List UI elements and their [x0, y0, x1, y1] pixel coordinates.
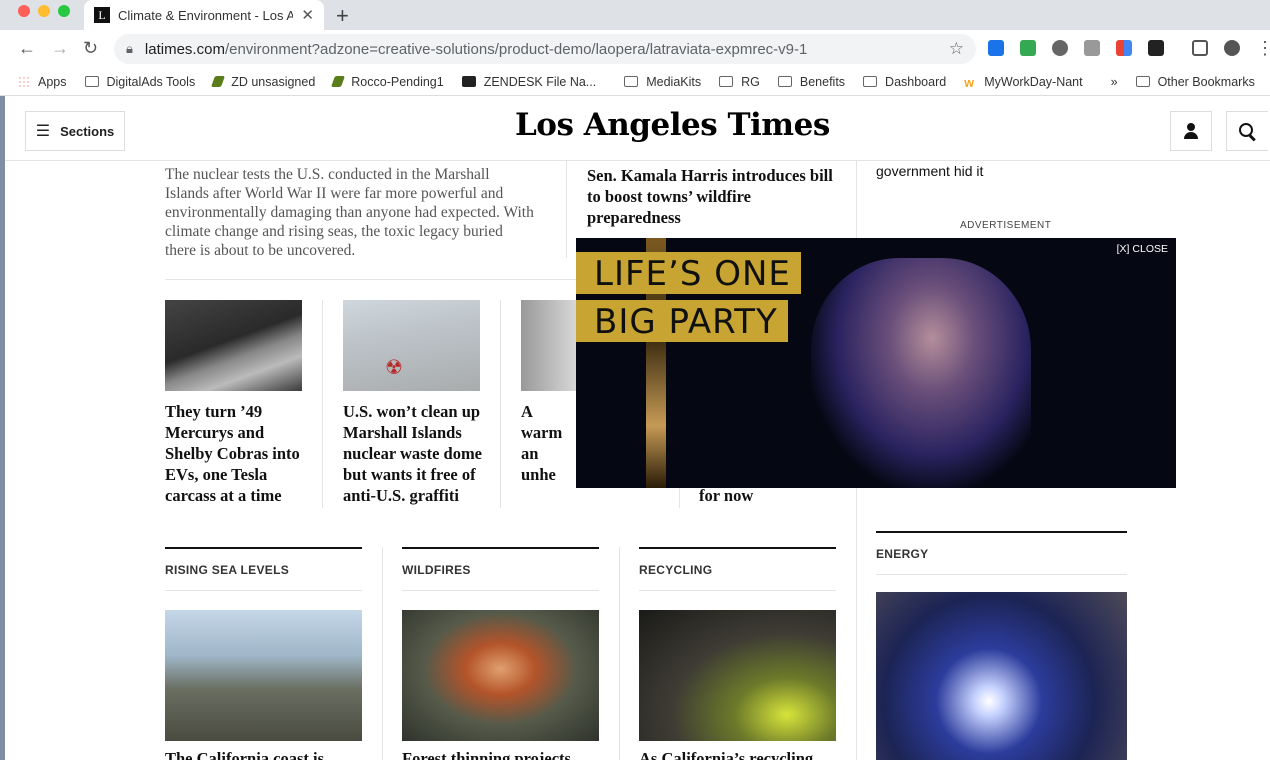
bookmarks-bar: Apps DigitalAds Tools ZD unsasigned Rocc…: [0, 68, 1270, 96]
marshall-islands-photo[interactable]: ☢: [343, 300, 480, 391]
back-arrow-icon[interactable]: ←: [18, 38, 36, 59]
ad-singer-figure: [811, 258, 1031, 488]
solar-panel-photo[interactable]: [876, 592, 1127, 760]
bookmark-myworkday[interactable]: w MyWorkDay-Nant: [964, 75, 1082, 91]
flag-extension-icon[interactable]: [1148, 40, 1164, 56]
column-divider: [619, 547, 620, 760]
workday-icon: w: [964, 76, 974, 90]
bookmark-rocco-pending[interactable]: Rocco-Pending1: [331, 75, 444, 89]
url-path: /environment?adzone=creative-solutions/p…: [224, 40, 808, 58]
circle-extension-icon[interactable]: [1052, 40, 1068, 56]
calendar-extension-icon[interactable]: [1084, 40, 1100, 56]
folder-icon: [84, 76, 99, 87]
recycling-worker-photo[interactable]: [639, 610, 836, 741]
bookmark-rg[interactable]: RG: [719, 75, 760, 89]
headline-recycling[interactable]: As California’s recycling: [639, 749, 836, 760]
maximize-window-button[interactable]: [58, 5, 70, 17]
headline-kamala-harris[interactable]: Sen. Kamala Harris introduces bill to bo…: [587, 165, 837, 228]
t-logo-icon: [461, 76, 476, 87]
story-dek: The nuclear tests the U.S. conducted in …: [165, 166, 534, 259]
apps-grid-icon: [18, 75, 30, 88]
folder-icon: [624, 76, 639, 87]
browser-toolbar: ← → ↻ 🔒︎ latimes.com/environment?adzone=…: [0, 30, 1270, 68]
section-label[interactable]: RISING SEA LEVELS: [165, 563, 362, 577]
section-rising-sea-levels: RISING SEA LEVELS: [165, 547, 362, 591]
user-icon: [1183, 123, 1199, 139]
ad-tagline-line1: LIFE’S ONE: [576, 252, 801, 294]
site-header: ☰ Sections Los Angeles Times: [5, 97, 1270, 161]
folder-icon: [1135, 76, 1150, 87]
url-host: latimes.com: [144, 40, 225, 58]
search-icon: [1239, 122, 1256, 140]
forward-arrow-icon[interactable]: →: [51, 38, 69, 59]
radiation-symbol-icon: ☢: [385, 357, 403, 379]
bookmark-benefits[interactable]: Benefits: [777, 75, 845, 89]
doctors-photo[interactable]: [521, 300, 581, 391]
tab-title: Climate & Environment - Los A: [118, 7, 294, 23]
minimize-window-button[interactable]: [38, 5, 50, 17]
bookmarks-overflow-chevron-icon[interactable]: »: [1111, 75, 1118, 89]
ad-close-button[interactable]: [X] CLOSE: [1117, 243, 1168, 255]
address-bar[interactable]: 🔒︎ latimes.com/environment?adzone=creati…: [114, 34, 976, 64]
bookmark-apps[interactable]: Apps: [18, 75, 67, 89]
section-energy: ENERGY: [876, 531, 1127, 575]
section-label[interactable]: ENERGY: [876, 547, 1127, 561]
bookmark-other-bookmarks[interactable]: Other Bookmarks: [1135, 75, 1255, 89]
sections-menu-button[interactable]: ☰ Sections: [25, 111, 125, 151]
bookmark-star-icon[interactable]: ☆: [949, 39, 964, 59]
browser-tab-active[interactable]: L Climate & Environment - Los A ✕: [84, 0, 324, 30]
headline-warm-place[interactable]: A warm an unhe place fo doctors: [521, 401, 577, 485]
section-label[interactable]: RECYCLING: [639, 563, 836, 577]
latimes-favicon-icon: L: [94, 7, 110, 23]
download-extension-icon[interactable]: [988, 40, 1004, 56]
browser-tab-strip: L Climate & Environment - Los A ✕ +: [0, 0, 1270, 30]
google-extension-icon[interactable]: [1116, 40, 1132, 56]
ev-car-photo[interactable]: [165, 300, 302, 391]
bookmark-zd-unsasigned[interactable]: ZD unsasigned: [211, 75, 315, 89]
headline-nuclear-waste[interactable]: U.S. won’t clean up Marshall Islands nuc…: [343, 401, 483, 506]
latimes-logo[interactable]: Los Angeles Times: [515, 107, 830, 143]
green-extension-icon[interactable]: [1020, 40, 1036, 56]
headline-ev-cars[interactable]: They turn ’49 Mercurys and Shelby Cobras…: [165, 401, 305, 506]
folder-icon: [777, 76, 792, 87]
more-menu-icon[interactable]: ⋮: [1256, 38, 1270, 59]
section-wildfires: WILDFIRES: [402, 547, 599, 591]
folder-icon: [863, 76, 878, 87]
column-divider: [382, 547, 383, 760]
section-label[interactable]: WILDFIRES: [402, 563, 599, 577]
account-button[interactable]: [1170, 111, 1212, 151]
lock-icon: 🔒︎: [126, 41, 133, 56]
search-button[interactable]: [1226, 111, 1268, 151]
column-divider: [566, 161, 567, 258]
cast-icon[interactable]: [1192, 40, 1208, 56]
headline-california-coast[interactable]: The California coast is: [165, 749, 362, 760]
headline-for-now[interactable]: for now: [699, 485, 839, 506]
hamburger-icon: ☰: [35, 123, 51, 140]
advertisement-label: ADVERTISEMENT: [960, 220, 1052, 231]
coastal-cliff-photo[interactable]: [165, 610, 362, 741]
bookmark-mediakits[interactable]: MediaKits: [624, 75, 701, 89]
column-divider: [500, 300, 501, 508]
bookmark-dashboard[interactable]: Dashboard: [863, 75, 946, 89]
reload-icon[interactable]: ↻: [83, 38, 98, 59]
headline-forest-thinning[interactable]: Forest thinning projects: [402, 749, 599, 760]
section-recycling: RECYCLING: [639, 547, 836, 591]
profile-avatar-icon[interactable]: [1224, 40, 1240, 56]
new-tab-button[interactable]: +: [336, 3, 349, 29]
tab-close-icon[interactable]: ✕: [301, 6, 314, 24]
column-divider: [322, 300, 323, 508]
close-window-button[interactable]: [18, 5, 30, 17]
zendesk-icon: [211, 76, 226, 87]
la-opera-video-ad[interactable]: LIFE’S ONE BIG PARTY [X] CLOSE: [576, 238, 1176, 488]
wildfire-aerial-photo[interactable]: [402, 610, 599, 741]
folder-icon: [719, 76, 734, 87]
rail-headline[interactable]: government hid it: [876, 163, 983, 179]
bookmark-digitalads-tools[interactable]: DigitalAds Tools: [84, 75, 195, 89]
ad-tagline-line2: BIG PARTY: [576, 300, 788, 342]
bookmark-zendesk-file[interactable]: ZENDESK File Na...: [461, 75, 596, 89]
zendesk-icon: [331, 76, 346, 87]
